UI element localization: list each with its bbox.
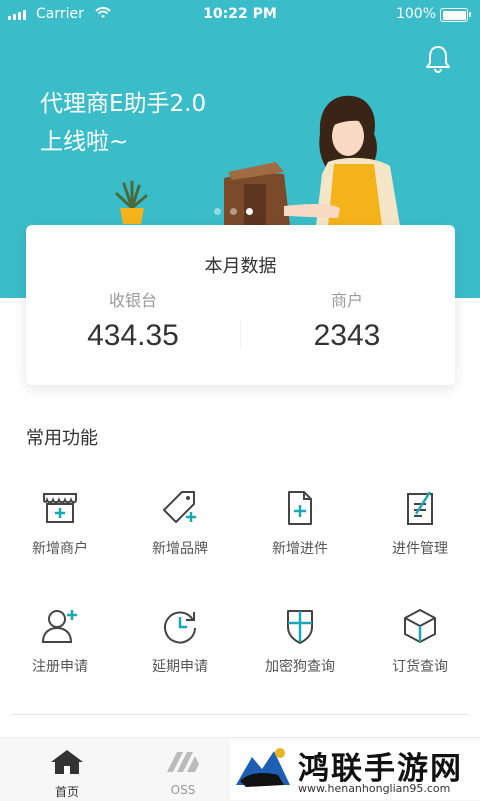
notification-bell-icon[interactable] [424, 44, 452, 78]
tab-label: OSS [170, 783, 196, 797]
battery-percent: 100% [395, 6, 436, 22]
cashier-label: 收银台 [108, 291, 157, 310]
oss-icon [167, 752, 199, 772]
function-extension-request[interactable]: 延期申请 [120, 606, 240, 676]
cashier-value: 434.35 [87, 319, 179, 352]
tag-add-icon [163, 491, 196, 523]
function-label: 订货查询 [392, 659, 448, 675]
tab-label: 首页 [54, 785, 79, 799]
document-add-icon [288, 491, 312, 525]
user-add-icon [41, 610, 77, 643]
carousel-dot[interactable] [214, 208, 221, 215]
status-bar: Carrier 10:22 PM 100% [0, 0, 480, 30]
document-edit-icon [407, 491, 433, 525]
section-divider [12, 714, 468, 715]
plant-icon [115, 180, 148, 224]
home-icon [51, 750, 83, 774]
banner-line-1: 代理商E助手2.0 [40, 91, 207, 117]
banner-line-2: 上线啦~ [40, 129, 129, 155]
monthly-data-card: 本月数据 收银台 434.35 商户 2343 [26, 225, 455, 385]
function-add-application[interactable]: 新增进件 [240, 488, 360, 558]
carousel-dot-active[interactable] [246, 208, 253, 215]
box-icon [404, 609, 436, 643]
merchant-stat[interactable]: 商户 2343 [240, 287, 454, 353]
banner-headline: 代理商E助手2.0 上线啦~ [40, 85, 206, 161]
battery-icon [440, 8, 471, 22]
merchant-value: 2343 [313, 319, 381, 352]
function-manage-applications[interactable]: 进件管理 [360, 488, 480, 558]
cashier-illustration [224, 95, 400, 226]
card-title: 本月数据 [204, 256, 277, 277]
function-label: 新增商户 [32, 541, 88, 557]
carousel-dots[interactable] [214, 208, 253, 215]
function-order-query[interactable]: 订货查询 [360, 606, 480, 676]
function-label: 加密狗查询 [265, 659, 335, 675]
storefront-add-icon [43, 493, 77, 523]
watermark-banner: 鸿联手游网 www.henanhonglian95.com [230, 740, 480, 800]
function-label: 进件管理 [392, 541, 448, 557]
watermark-logo [232, 741, 294, 799]
function-label: 新增品牌 [152, 541, 208, 557]
tab-oss[interactable]: OSS [148, 748, 218, 797]
clock-refresh-icon [164, 611, 196, 644]
function-dongle-query[interactable]: 加密狗查询 [240, 606, 360, 676]
function-label: 延期申请 [152, 659, 208, 675]
section-title: 常用功能 [26, 428, 98, 449]
function-label: 新增进件 [272, 541, 328, 557]
function-label: 注册申请 [32, 659, 88, 675]
function-register-request[interactable]: 注册申请 [0, 606, 120, 676]
merchant-label: 商户 [330, 291, 363, 310]
carousel-dot[interactable] [230, 208, 237, 215]
shield-icon [287, 610, 313, 644]
cashier-stat[interactable]: 收银台 434.35 [26, 287, 240, 353]
tab-home[interactable]: 首页 [32, 748, 102, 800]
watermark-url: www.henanhonglian95.com [298, 782, 451, 795]
function-add-merchant[interactable]: 新增商户 [0, 488, 120, 558]
function-add-brand[interactable]: 新增品牌 [120, 488, 240, 558]
